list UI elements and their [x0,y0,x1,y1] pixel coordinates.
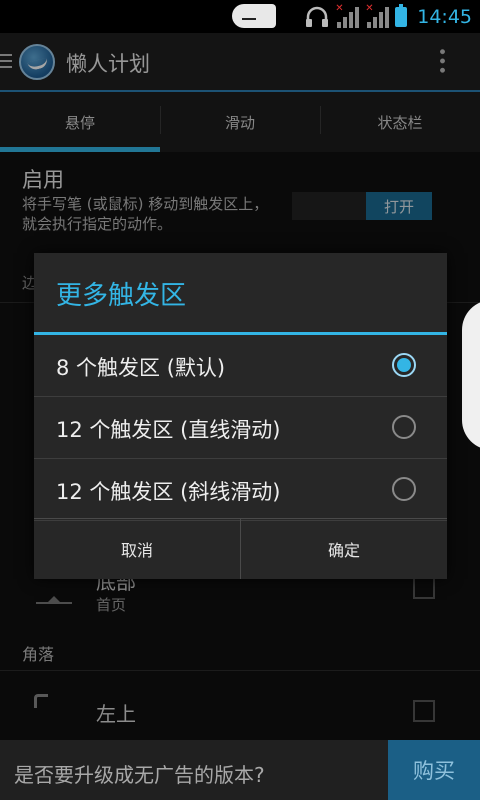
status-icons: ✕ ✕ 14:45 [305,0,472,33]
buy-button[interactable]: 购买 [388,740,480,800]
status-bar: ✕ ✕ 14:45 [0,0,480,33]
edge-overlay [462,300,480,450]
cancel-button[interactable]: 取消 [34,519,240,579]
option-label: 12 个触发区 (直线滑动) [56,418,281,442]
option-12-zones-straight[interactable]: 12 个触发区 (直线滑动) [34,397,447,459]
option-label: 12 个触发区 (斜线滑动) [56,480,281,504]
signal-icon: ✕ [335,3,360,28]
dialog-title: 更多触发区 [56,281,187,311]
radio-unselected-icon[interactable] [392,477,416,501]
trigger-zones-dialog: 更多触发区 8 个触发区 (默认) 12 个触发区 (直线滑动) 12 个触发区… [34,253,447,579]
battery-icon [395,3,408,27]
headset-icon [306,6,329,27]
option-label: 8 个触发区 (默认) [56,356,226,380]
radio-selected-icon[interactable] [392,353,416,377]
option-8-zones[interactable]: 8 个触发区 (默认) [34,335,447,397]
upgrade-ad-bar: 是否要升级成无广告的版本? 购买 [0,740,480,800]
radio-unselected-icon[interactable] [392,415,416,439]
option-12-zones-diagonal[interactable]: 12 个触发区 (斜线滑动) [34,459,447,521]
dialog-buttons: 取消 确定 [34,518,447,579]
upgrade-prompt[interactable]: 是否要升级成无广告的版本? [14,759,265,788]
status-time: 14:45 [417,5,472,28]
notification-icon [232,4,276,28]
ok-button[interactable]: 确定 [240,519,447,579]
signal-icon: ✕ [365,3,390,28]
